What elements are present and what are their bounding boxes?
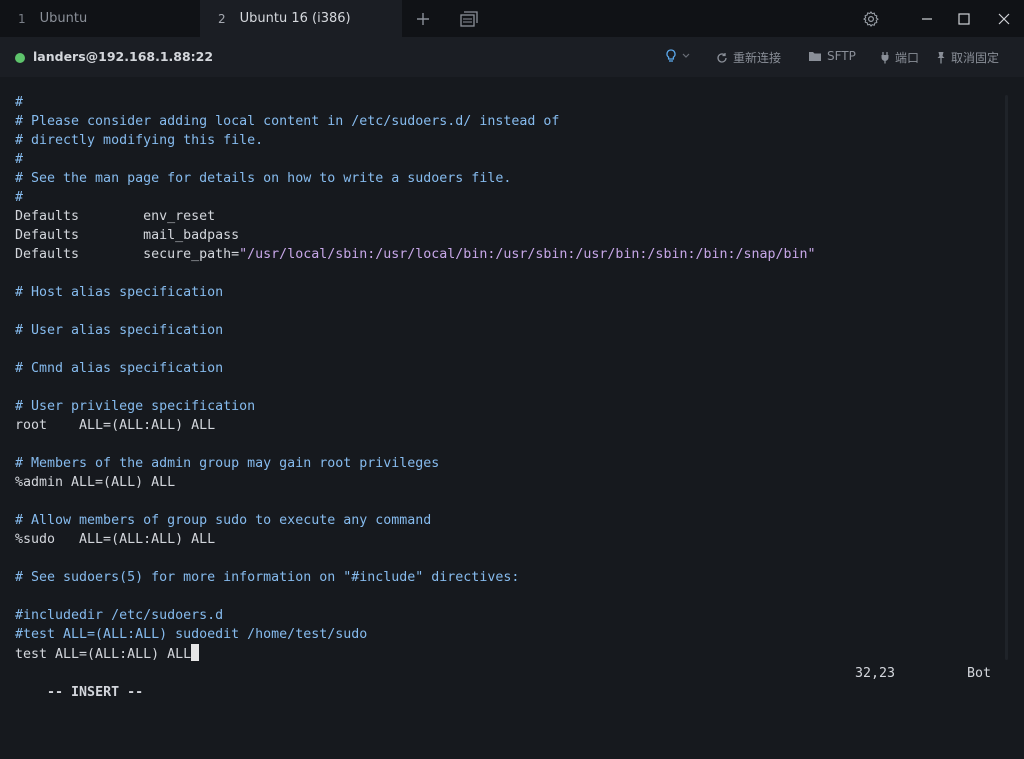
terminal-scrollbar[interactable]: [1005, 95, 1008, 660]
tab-number: 1: [18, 11, 26, 26]
terminal-line: #: [15, 150, 816, 169]
connection-status-dot: [15, 53, 25, 63]
terminal-text: #includedir /etc/sudoers.d: [15, 608, 224, 623]
reconnect-button[interactable]: 重新连接: [716, 49, 781, 66]
terminal-line: root ALL=(ALL:ALL) ALL: [15, 416, 816, 435]
terminal-text: Defaults secure_path=: [15, 247, 240, 262]
terminal-line: Defaults mail_badpass: [15, 226, 816, 245]
unpin-button[interactable]: 取消固定: [936, 49, 999, 66]
terminal-text: "/usr/local/sbin:/usr/local/bin:/usr/sbi…: [239, 247, 816, 262]
gear-icon: [863, 10, 879, 27]
terminal-line: # User privilege specification: [15, 397, 816, 416]
connection-bar: landers@192.168.1.88:22 重新连接 SFTP 端口 取消固…: [0, 37, 1024, 77]
scroll-position: Bot: [966, 666, 991, 681]
terminal-text: # directly modifying this file.: [15, 133, 264, 148]
terminal-text: Defaults mail_badpass: [15, 228, 240, 243]
new-tab-button[interactable]: [403, 0, 443, 37]
tab-number: 2: [218, 11, 226, 26]
terminal-text: # See sudoers(5) for more information on…: [15, 570, 520, 585]
terminal-text: # User alias specification: [15, 323, 224, 338]
lightbulb-icon: [666, 49, 676, 62]
plus-icon: [417, 12, 429, 25]
terminal-line: #test ALL=(ALL:ALL) sudoedit /home/test/…: [15, 625, 816, 644]
terminal-text: #: [15, 190, 24, 205]
settings-button[interactable]: [851, 0, 891, 37]
terminal-text: #test ALL=(ALL:ALL) sudoedit /home/test/…: [15, 627, 368, 642]
vim-mode: -- INSERT --: [47, 685, 144, 700]
terminal-text: # Please consider adding local content i…: [15, 114, 560, 129]
sftp-button[interactable]: SFTP: [808, 49, 856, 63]
plug-icon: [881, 52, 889, 64]
refresh-icon: [717, 52, 727, 63]
tab-ubuntu[interactable]: 1 Ubuntu: [0, 0, 200, 37]
terminal-text: # See the man page for details on how to…: [15, 171, 512, 186]
terminal-text: # Cmnd alias specification: [15, 361, 224, 376]
hint-button[interactable]: [665, 49, 690, 63]
close-button[interactable]: [984, 0, 1024, 37]
windows-icon: [460, 10, 478, 27]
maximize-icon: [958, 12, 970, 25]
text-cursor: [191, 644, 200, 661]
minimize-button[interactable]: [907, 0, 947, 37]
terminal-line: Defaults secure_path="/usr/local/sbin:/u…: [15, 245, 816, 264]
terminal-text: %admin ALL=(ALL) ALL: [15, 475, 176, 490]
terminal-line: # Members of the admin group may gain ro…: [15, 454, 816, 473]
terminal-line: # See sudoers(5) for more information on…: [15, 568, 816, 587]
terminal-text: #: [15, 152, 24, 167]
tab-label: Ubuntu: [39, 11, 88, 26]
terminal-text: %sudo ALL=(ALL:ALL) ALL: [15, 532, 216, 547]
terminal-line: #: [15, 93, 816, 112]
terminal-line: # See the man page for details on how to…: [15, 169, 816, 188]
sftp-label: SFTP: [827, 49, 856, 63]
terminal-text: # User privilege specification: [15, 399, 256, 414]
terminal-line: #: [15, 188, 816, 207]
title-bar: 1 Ubuntu 2 Ubuntu 16 (i386): [0, 0, 1024, 37]
tab-ubuntu-16-i386[interactable]: 2 Ubuntu 16 (i386): [200, 0, 402, 37]
connection-host: landers@192.168.1.88:22: [33, 49, 214, 64]
cursor-position: 32,23: [855, 666, 896, 681]
chevron-down-icon: [682, 53, 690, 58]
terminal-line: # Please consider adding local content i…: [15, 112, 816, 131]
tab-list-button[interactable]: [449, 0, 489, 37]
terminal-line: # User alias specification: [15, 321, 816, 340]
reconnect-label: 重新连接: [733, 51, 782, 65]
terminal-text: test ALL=(ALL:ALL) ALL: [15, 647, 192, 662]
terminal-text: # Host alias specification: [15, 285, 224, 300]
terminal-line: # Host alias specification: [15, 283, 816, 302]
minimize-icon: [922, 17, 932, 20]
terminal-line: # Cmnd alias specification: [15, 359, 816, 378]
vim-status-line: -- INSERT -- 32,23 Bot: [15, 664, 991, 759]
port-button[interactable]: 端口: [880, 49, 919, 66]
terminal-text: # Allow members of group sudo to execute…: [15, 513, 432, 528]
terminal-line: # directly modifying this file.: [15, 131, 816, 150]
terminal-line: Defaults env_reset: [15, 207, 816, 226]
terminal-line: %sudo ALL=(ALL:ALL) ALL: [15, 530, 816, 549]
terminal-text: #: [15, 95, 24, 110]
folder-icon: [809, 52, 821, 61]
terminal-text: root ALL=(ALL:ALL) ALL: [15, 418, 216, 433]
terminal-text: Defaults env_reset: [15, 209, 216, 224]
terminal-line: # Allow members of group sudo to execute…: [15, 511, 816, 530]
terminal-output: # # Please consider adding local content …: [15, 93, 816, 663]
close-icon: [998, 13, 1010, 24]
tab-label: Ubuntu 16 (i386): [239, 11, 351, 26]
terminal-line: #includedir /etc/sudoers.d: [15, 606, 816, 625]
terminal-line: test ALL=(ALL:ALL) ALL: [15, 644, 816, 663]
terminal-view[interactable]: # # Please consider adding local content …: [0, 77, 1024, 707]
port-label: 端口: [895, 51, 920, 65]
terminal-text: # Members of the admin group may gain ro…: [15, 456, 440, 471]
pin-icon: [937, 52, 945, 64]
unpin-label: 取消固定: [951, 51, 1000, 65]
maximize-button[interactable]: [944, 0, 984, 37]
terminal-line: %admin ALL=(ALL) ALL: [15, 473, 816, 492]
